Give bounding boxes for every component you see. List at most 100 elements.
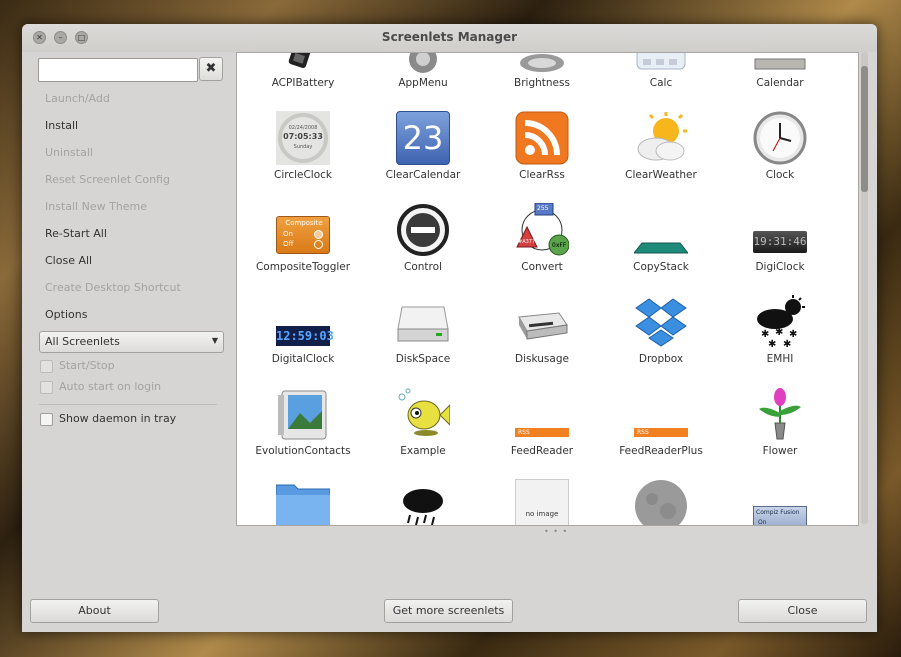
screenlet-item[interactable]: ACPIBattery	[248, 53, 358, 111]
convert-icon: 255 #A377 0xFF	[515, 203, 569, 257]
search-input[interactable]	[38, 58, 198, 82]
screenlet-item[interactable]: Control	[368, 203, 478, 295]
screenlet-label: CopyStack	[633, 261, 689, 273]
no-image-icon: no image	[515, 479, 569, 525]
uninstall-action[interactable]: Uninstall	[45, 146, 93, 159]
gear-icon	[396, 53, 450, 73]
separator	[39, 404, 217, 405]
screenlet-label: DigiClock	[755, 261, 805, 273]
screenlet-item[interactable]: ClearWeather	[606, 111, 716, 203]
screenlet-item[interactable]: Composite On Off CompositeToggler	[248, 203, 358, 295]
dropbox-icon	[634, 295, 688, 349]
flower-icon	[753, 387, 807, 441]
screenlet-item[interactable]: 02/24/2008 07:05:33 Sunday CircleClock	[248, 111, 358, 203]
screenlet-label: EMHI	[766, 353, 794, 365]
daemon-tray-label: Show daemon in tray	[59, 412, 177, 425]
circleclock-date: 02/24/2008	[288, 125, 318, 131]
restart-all-action[interactable]: Re-Start All	[45, 227, 107, 240]
screenlet-item[interactable]: AppMenu	[368, 53, 478, 111]
install-action[interactable]: Install	[45, 119, 78, 132]
digiclock-icon: 19:31:46	[753, 203, 807, 257]
moon-icon	[634, 479, 688, 525]
screenlet-label: Control	[404, 261, 442, 273]
screenlet-item[interactable]: RSS FeedReader	[487, 387, 597, 479]
screenlet-item[interactable]: 255 #A377 0xFF Convert	[487, 203, 597, 295]
start-stop-checkbox[interactable]	[40, 360, 53, 373]
clear-search-button[interactable]: ✖	[199, 57, 223, 81]
launch-add-action[interactable]: Launch/Add	[45, 92, 110, 105]
screenlet-item[interactable]: 12:59:03 DigitalClock	[248, 295, 358, 387]
screenlet-item[interactable]: Calendar	[725, 53, 835, 111]
screenlet-label: CompositeToggler	[255, 261, 351, 273]
screenlet-label: FeedReader	[510, 445, 574, 457]
screenlet-item[interactable]	[368, 479, 478, 525]
screenlet-item[interactable]: Example	[368, 387, 478, 479]
desktop-shortcut-action[interactable]: Create Desktop Shortcut	[45, 281, 181, 294]
autostart-checkbox[interactable]	[40, 381, 53, 394]
screenlet-item[interactable]: 23 ClearCalendar	[368, 111, 478, 203]
screenlet-item[interactable]: Clock	[725, 111, 835, 203]
screenlet-label: Clock	[765, 169, 795, 181]
brightness-icon	[515, 53, 569, 73]
screenlet-filter-dropdown[interactable]: All Screenlets ▼	[39, 331, 224, 353]
reset-config-action[interactable]: Reset Screenlet Config	[45, 173, 170, 186]
options-action[interactable]: Options	[45, 308, 87, 321]
screenlet-label: ClearWeather	[625, 169, 697, 181]
screenlet-label: DiskSpace	[395, 353, 451, 365]
close-all-action[interactable]: Close All	[45, 254, 92, 267]
vertical-scrollbar[interactable]	[861, 52, 868, 524]
weather-sun-cloud-icon	[634, 111, 688, 165]
screenlet-item[interactable]: Calc	[606, 53, 716, 111]
autostart-label: Auto start on login	[59, 380, 162, 393]
fish-icon	[396, 387, 450, 441]
screenlet-item[interactable]: no image	[487, 479, 597, 525]
screenlets-icon-view: ACPIBattery AppMenu Brightness Calc Cale…	[236, 52, 859, 526]
calendar-icon	[753, 53, 807, 73]
screenlet-item[interactable]: Flower	[725, 387, 835, 479]
screenlet-item[interactable]: EvolutionContacts	[248, 387, 358, 479]
screenlet-item[interactable]	[248, 479, 358, 525]
about-button[interactable]: About	[30, 599, 159, 623]
get-more-screenlets-button[interactable]: Get more screenlets	[384, 599, 513, 623]
screenlet-label: ClearCalendar	[385, 169, 461, 181]
screenlet-label: ClearRss	[519, 169, 565, 181]
analog-clock-icon	[753, 111, 807, 165]
screenlet-label: Brightness	[514, 77, 570, 89]
filter-selected-value: All Screenlets	[45, 335, 120, 348]
screenlet-item[interactable]: DiskSpace	[368, 295, 478, 387]
screenlet-item[interactable]: Compiz Fusion On	[725, 479, 835, 525]
screenlet-label: EvolutionContacts	[255, 445, 351, 457]
screenlet-item[interactable]: ClearRss	[487, 111, 597, 203]
screenlet-label: CircleClock	[273, 169, 332, 181]
battery-icon	[276, 53, 330, 73]
screenlet-label: FeedReaderPlus	[619, 445, 703, 457]
svg-text:✱: ✱	[775, 327, 783, 338]
screenlet-label: Flower	[762, 445, 798, 457]
resize-grip-icon[interactable]: • • •	[544, 527, 568, 536]
screenlet-label: Calc	[649, 77, 673, 89]
screenlet-item[interactable]: RSS FeedReaderPlus	[606, 387, 716, 479]
close-button[interactable]: Close	[738, 599, 867, 623]
snow-weather-icon: ✱ ✱ ✱ ✱ ✱	[753, 295, 807, 349]
digital-clock-icon: 12:59:03	[276, 295, 334, 349]
circleclock-day: Sunday	[293, 144, 313, 150]
calculator-icon	[634, 53, 688, 73]
scrollbar-thumb[interactable]	[861, 66, 868, 192]
screenlet-label: Example	[400, 445, 446, 457]
screenlet-label: AppMenu	[398, 77, 448, 89]
screenlet-item[interactable]: CopyStack	[606, 203, 716, 295]
screenlet-label: Calendar	[756, 77, 804, 89]
screenlet-label: Dropbox	[638, 353, 684, 365]
screenlet-item[interactable]	[606, 479, 716, 525]
rss-icon	[515, 111, 569, 165]
screenlet-item[interactable]: ✱ ✱ ✱ ✱ ✱ EMHI	[725, 295, 835, 387]
screenlet-item[interactable]: Diskusage	[487, 295, 597, 387]
compiz-icon: Compiz Fusion On	[753, 479, 807, 525]
disk-icon	[396, 295, 450, 349]
screenlet-item[interactable]: Dropbox	[606, 295, 716, 387]
install-theme-action[interactable]: Install New Theme	[45, 200, 147, 213]
screenlet-item[interactable]: 19:31:46 DigiClock	[725, 203, 835, 295]
daemon-tray-checkbox[interactable]	[40, 413, 53, 426]
circle-clock-icon: 02/24/2008 07:05:33 Sunday	[276, 111, 330, 165]
screenlet-item[interactable]: Brightness	[487, 53, 597, 111]
